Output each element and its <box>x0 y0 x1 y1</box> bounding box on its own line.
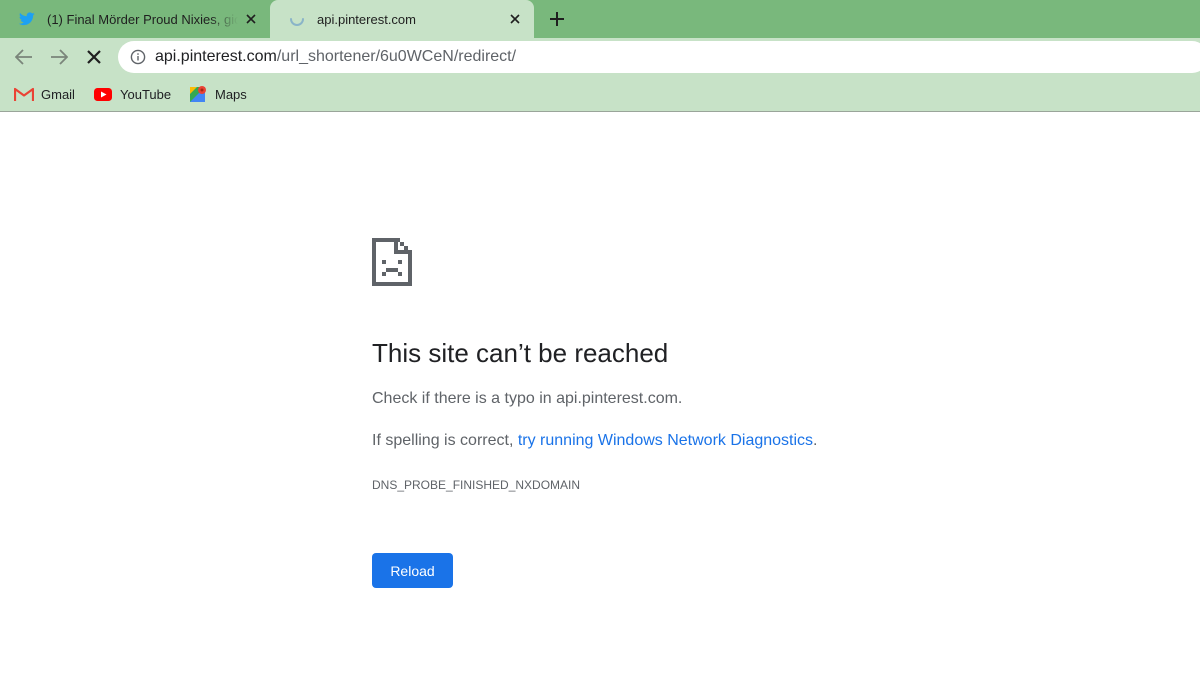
loading-spinner-icon <box>288 10 306 28</box>
info-icon[interactable] <box>130 49 146 65</box>
tab-twitter[interactable]: (1) Final Mörder Proud Nixies, gio <box>0 0 270 38</box>
address-bar[interactable]: api.pinterest.com/url_shortener/6u0WCeN/… <box>118 41 1200 73</box>
error-code: DNS_PROBE_FINISHED_NXDOMAIN <box>372 478 581 492</box>
forward-button[interactable] <box>44 42 74 72</box>
url-text: api.pinterest.com/url_shortener/6u0WCeN/… <box>155 48 516 66</box>
gmail-icon <box>14 85 34 103</box>
error-suggestion-typo: Check if there is a typo in api.pinteres… <box>372 390 683 407</box>
tab-pinterest[interactable]: api.pinterest.com <box>270 0 534 38</box>
bookmark-label: Maps <box>215 86 247 102</box>
tab-strip: (1) Final Mörder Proud Nixies, gio api.p… <box>0 0 1200 38</box>
bookmark-youtube[interactable]: YouTube <box>93 82 171 106</box>
back-arrow-icon <box>15 49 32 65</box>
diagnostics-suffix: . <box>813 432 818 449</box>
reload-button[interactable]: Reload <box>372 553 453 588</box>
error-suggestion-diagnostics: If spelling is correct, try running Wind… <box>372 432 818 450</box>
stop-loading-button[interactable] <box>79 42 109 72</box>
stop-icon <box>87 50 101 64</box>
bookmark-maps[interactable]: Maps <box>188 82 247 106</box>
close-icon[interactable] <box>506 10 524 28</box>
plus-icon <box>550 12 564 26</box>
bookmark-label: YouTube <box>120 86 172 102</box>
error-title: This site can’t be reached <box>372 338 669 368</box>
forward-arrow-icon <box>51 49 68 65</box>
tab-title: api.pinterest.com <box>317 11 416 27</box>
youtube-icon <box>93 85 113 103</box>
toolbar: api.pinterest.com/url_shortener/6u0WCeN/… <box>0 38 1200 76</box>
back-button[interactable] <box>9 42 39 72</box>
network-diagnostics-link[interactable]: try running Windows Network Diagnostics <box>518 432 813 449</box>
new-tab-button[interactable] <box>544 7 570 31</box>
bookmarks-bar: Gmail YouTube Maps <box>0 76 1200 112</box>
maps-icon <box>188 85 208 103</box>
sad-page-icon <box>372 238 412 286</box>
twitter-bird-icon <box>18 10 36 28</box>
url-path: /url_shortener/6u0WCeN/redirect/ <box>276 48 517 65</box>
bookmark-label: Gmail <box>41 86 75 102</box>
close-icon[interactable] <box>242 10 260 28</box>
url-host: api.pinterest.com <box>155 48 277 65</box>
bookmark-gmail[interactable]: Gmail <box>14 82 75 106</box>
diagnostics-prefix: If spelling is correct, <box>372 432 518 449</box>
tab-title: (1) Final Mörder Proud Nixies, gio <box>47 11 238 27</box>
